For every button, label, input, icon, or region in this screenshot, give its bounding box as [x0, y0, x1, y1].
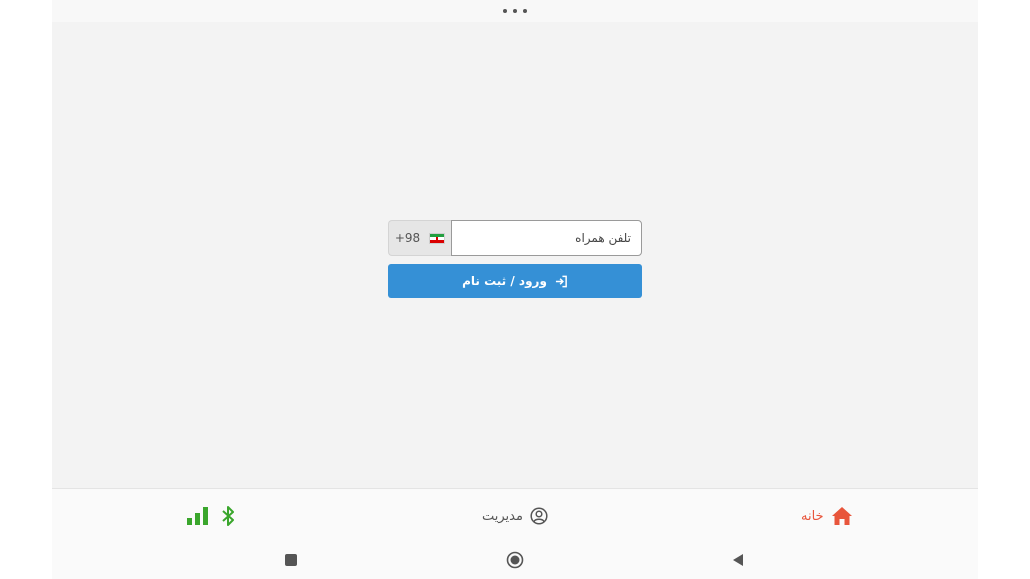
login-form: +98 ورود / ثبت نام — [388, 220, 642, 298]
login-register-button[interactable]: ورود / ثبت نام — [388, 264, 642, 298]
nav-admin[interactable]: مدیریت — [482, 489, 548, 543]
home-circle-glyph — [506, 551, 524, 569]
login-register-label: ورود / ثبت نام — [462, 274, 547, 288]
dot — [523, 9, 527, 13]
home-circle-icon[interactable] — [506, 551, 524, 569]
signal-bars-icon — [187, 507, 208, 525]
user-circle-icon — [530, 507, 548, 525]
country-code-selector[interactable]: +98 — [388, 220, 451, 256]
iran-flag-icon — [429, 232, 446, 244]
more-horizontal-icon[interactable] — [503, 5, 527, 17]
admin-label: مدیریت — [482, 508, 523, 524]
back-triangle-icon[interactable] — [729, 551, 747, 569]
dot — [503, 9, 507, 13]
recent-apps-square — [285, 554, 297, 566]
phone-row: +98 — [388, 220, 642, 256]
recent-apps-icon[interactable] — [282, 551, 300, 569]
back-triangle-glyph — [733, 554, 743, 566]
system-navigation-bar — [52, 542, 978, 579]
home-label: خانه — [801, 508, 824, 524]
bluetooth-icon — [222, 506, 234, 526]
nav-home[interactable]: خانه — [801, 489, 853, 543]
phone-input[interactable] — [451, 220, 642, 256]
sign-in-icon — [555, 275, 567, 287]
connection-status — [187, 489, 235, 543]
home-icon — [831, 507, 852, 525]
top-bar — [52, 0, 978, 22]
app-window: +98 ورود / ثبت نام خانه مدیریت — [52, 0, 978, 579]
country-code: +98 — [394, 231, 421, 245]
bottom-navigation: خانه مدیریت — [52, 488, 978, 543]
dot — [513, 9, 517, 13]
